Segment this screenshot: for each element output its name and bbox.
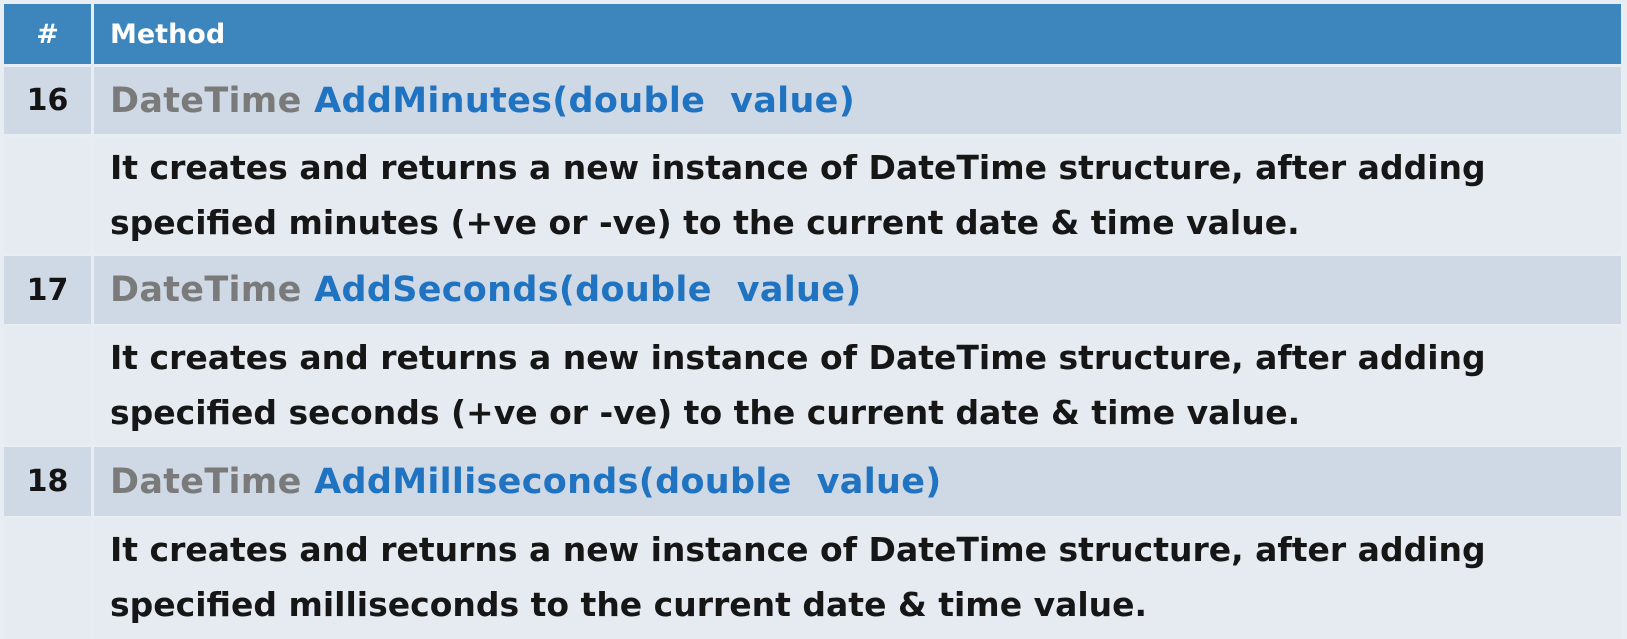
header-number: #: [4, 4, 91, 64]
description-line: It creates and returns a new instance of…: [110, 338, 1486, 377]
description-line: It creates and returns a new instance of…: [110, 530, 1486, 569]
header-method: Method: [94, 4, 1621, 64]
method-name: AddMinutes(double value): [301, 80, 856, 121]
row-number-spacer: [4, 519, 91, 639]
method-description: It creates and returns a new instance of…: [94, 519, 1621, 639]
row-number: 18: [4, 447, 91, 516]
method-name: AddMilliseconds(double value): [301, 461, 942, 502]
description-line: specified milliseconds to the current da…: [110, 585, 1148, 624]
description-line: specified seconds (+ve or -ve) to the cu…: [110, 393, 1301, 432]
row-number: 16: [4, 67, 91, 134]
method-name: AddSeconds(double value): [301, 270, 862, 310]
description-line: It creates and returns a new instance of…: [110, 148, 1486, 187]
return-type: DateTime: [110, 80, 302, 121]
method-signature: DateTime AddMinutes(double value): [94, 67, 1621, 134]
return-type: DateTime: [110, 270, 302, 310]
row-number-spacer: [4, 137, 91, 253]
methods-table: # Method 16 DateTime AddMinutes(double v…: [4, 4, 1621, 639]
row-number-spacer: [4, 327, 91, 444]
method-description: It creates and returns a new instance of…: [94, 327, 1621, 444]
return-type: DateTime: [110, 461, 302, 502]
method-description: It creates and returns a new instance of…: [94, 137, 1621, 253]
method-signature: DateTime AddSeconds(double value): [94, 256, 1621, 324]
description-line: specified minutes (+ve or -ve) to the cu…: [110, 203, 1300, 242]
row-number: 17: [4, 256, 91, 324]
method-signature: DateTime AddMilliseconds(double value): [94, 447, 1621, 516]
